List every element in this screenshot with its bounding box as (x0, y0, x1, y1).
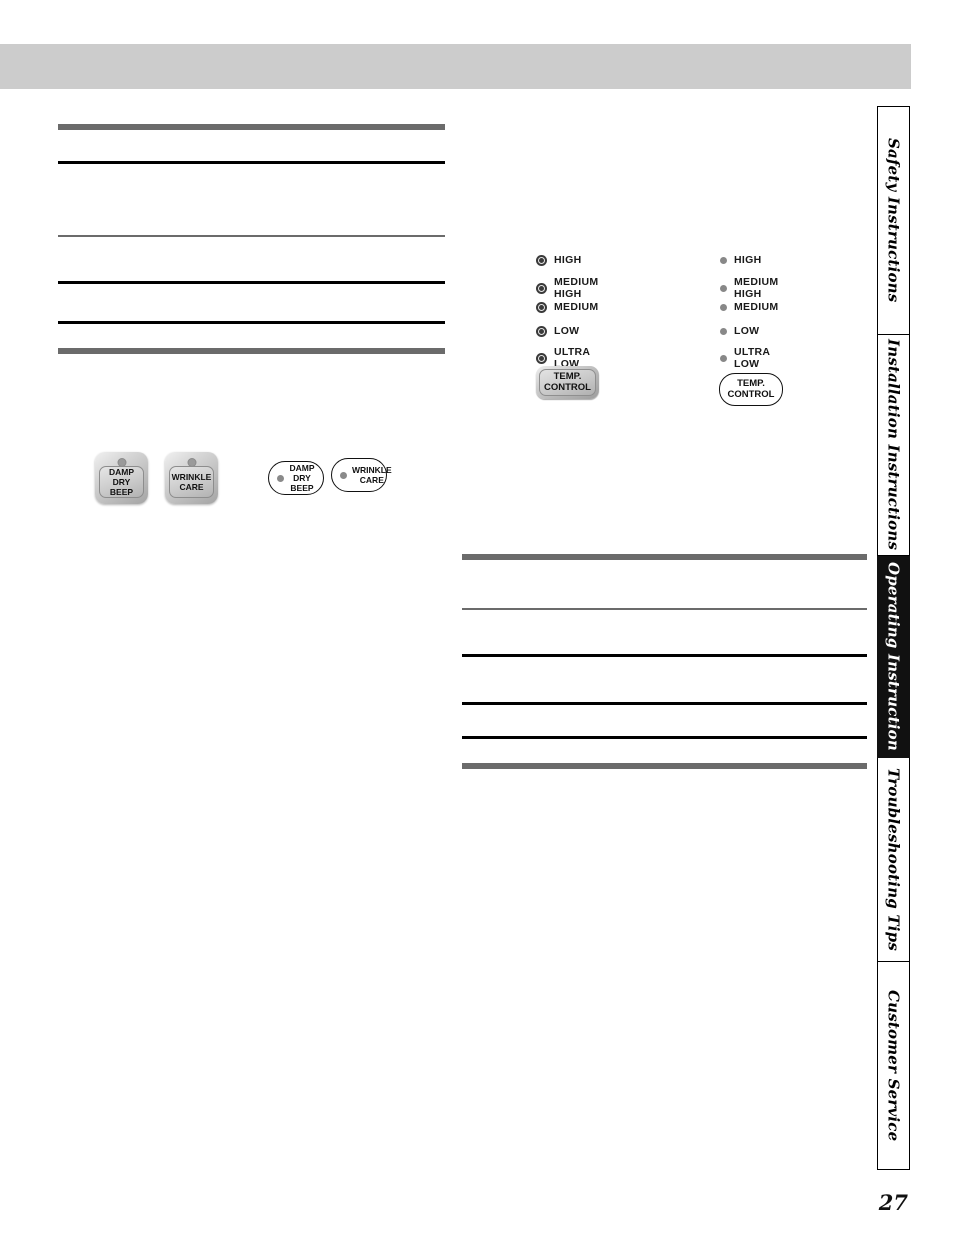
temp-indicator-led-icon (536, 255, 547, 267)
temp-option-label: ULTRA LOW (734, 346, 771, 370)
temp-option-row: LOW (536, 325, 580, 338)
temp-option-label: HIGH (554, 254, 582, 266)
temp-indicator-led-icon (536, 326, 547, 338)
side-tab-label: Installation Instructions (884, 339, 903, 551)
horizontal-rule (58, 348, 445, 354)
temp-option-row: HIGH (536, 254, 582, 267)
side-tab-label: Operating Instruction (884, 562, 903, 751)
temp-indicator-led-icon (720, 355, 727, 362)
temp-indicator-led-icon (720, 304, 727, 312)
side-tab-label: Safety Instructions (884, 138, 903, 303)
horizontal-rule (58, 124, 445, 130)
horizontal-rule (462, 654, 867, 657)
temp-control-button-shaded[interactable]: TEMP. CONTROL (536, 366, 599, 399)
horizontal-rule (462, 608, 867, 610)
temp-option-row: LOW (720, 325, 760, 338)
temp-option-label: LOW (734, 325, 760, 337)
side-tab-customer-service[interactable]: Customer Service (877, 962, 910, 1170)
temp-option-row: HIGH (720, 254, 762, 267)
feature-key-label: WRINKLE CARE (171, 472, 212, 492)
feature-key-led-icon (340, 471, 347, 479)
temp-option-label: MEDIUM (734, 301, 779, 313)
feature-key-led-icon (277, 474, 284, 482)
side-tab-label: Customer Service (884, 989, 903, 1142)
page-number: 27 (878, 1190, 908, 1215)
side-index-tabs: Safety Instructions Installation Instruct… (877, 106, 910, 1170)
temp-option-row: MEDIUM (536, 301, 599, 314)
feature-key-shaded[interactable]: DAMP DRY BEEP (95, 452, 148, 504)
temp-option-label: MEDIUM (554, 301, 599, 313)
temp-control-button-shaded-label: TEMP. CONTROL (544, 371, 591, 393)
temp-indicator-led-icon (536, 353, 547, 364)
feature-key-label: DAMP DRY BEEP (108, 467, 135, 497)
feature-key-shaded-inner: WRINKLE CARE (169, 466, 214, 498)
temp-control-button-shaded-inner: TEMP. CONTROL (539, 369, 596, 396)
temp-indicator-led-icon (720, 285, 727, 292)
temp-option-label: LOW (554, 325, 580, 337)
temp-indicator-led-icon (536, 302, 547, 314)
temp-control-button-outline-label: TEMP. CONTROL (727, 378, 775, 400)
temp-option-label: MEDIUM HIGH (554, 276, 599, 300)
temp-option-row: MEDIUM (720, 301, 779, 314)
temp-indicator-led-icon (720, 257, 727, 265)
horizontal-rule (58, 235, 445, 237)
side-tab-installation-instructions[interactable]: Installation Instructions (877, 335, 910, 556)
horizontal-rule (58, 321, 445, 324)
page-header-band (0, 44, 911, 89)
side-tab-safety-instructions[interactable]: Safety Instructions (877, 106, 910, 335)
side-tab-label: Troubleshooting Tips (884, 767, 903, 951)
horizontal-rule (462, 554, 867, 560)
horizontal-rule (462, 702, 867, 705)
horizontal-rule (58, 281, 445, 284)
manual-page: HIGH MEDIUM HIGH MEDIUM LOW ULTRA LOW TEMP. … (0, 0, 954, 1243)
feature-key-label: DAMP DRY BEEP (289, 463, 315, 493)
feature-key-outline[interactable]: WRINKLE CARE (331, 458, 392, 492)
side-tab-operating-instruction[interactable]: Operating Instruction (877, 556, 910, 758)
temp-indicator-led-icon (720, 328, 727, 336)
horizontal-rule (58, 161, 445, 164)
temp-indicator-led-icon (536, 283, 547, 294)
horizontal-rule (462, 736, 867, 739)
temp-option-row: MEDIUM HIGH (720, 276, 779, 300)
temp-option-label: HIGH (734, 254, 762, 266)
temp-option-row: MEDIUM HIGH (536, 276, 599, 300)
side-tab-troubleshooting-tips[interactable]: Troubleshooting Tips (877, 758, 910, 962)
feature-key-label: WRINKLE CARE (352, 465, 392, 485)
feature-key-shaded[interactable]: WRINKLE CARE (165, 452, 218, 504)
horizontal-rule (462, 763, 867, 769)
temp-control-button-outline[interactable]: TEMP. CONTROL (719, 373, 783, 406)
feature-key-outline[interactable]: DAMP DRY BEEP (268, 461, 324, 495)
temp-option-label: MEDIUM HIGH (734, 276, 779, 300)
temp-option-row: ULTRA LOW (720, 346, 771, 370)
feature-key-shaded-inner: DAMP DRY BEEP (99, 466, 144, 498)
